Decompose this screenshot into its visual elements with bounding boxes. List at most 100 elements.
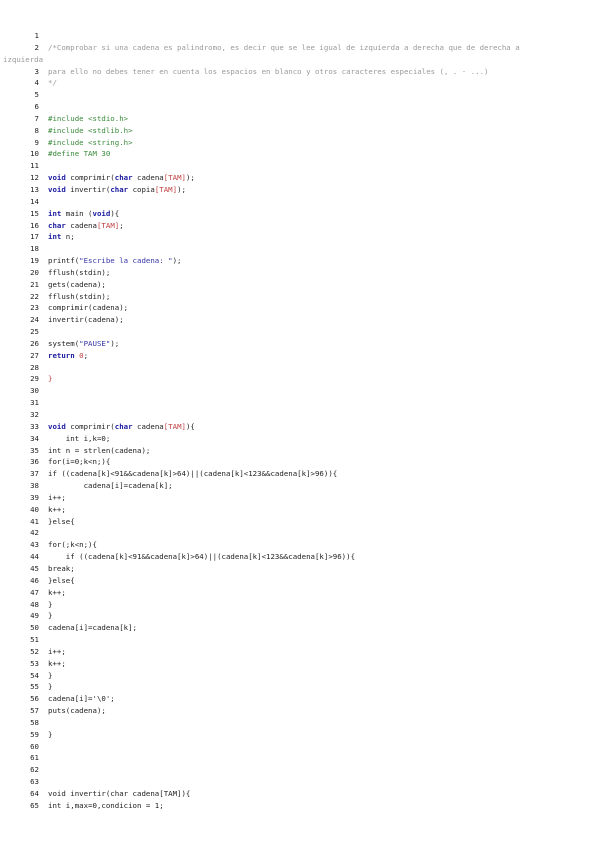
code-line: 65 int i,max=0,condicion = 1; (0, 800, 599, 812)
code-line: 26 system("PAUSE"); (0, 338, 599, 350)
code-token: /*Comprobar si una cadena es palindromo,… (48, 42, 520, 52)
line-number: 57 (30, 706, 39, 716)
code-line: 61 (0, 752, 599, 764)
code-token: comprimir( (65, 421, 115, 431)
line-number: 59 (30, 729, 39, 739)
code-token: ); (177, 184, 186, 194)
code-line: 34 int i,k=0; (0, 433, 599, 445)
code-line: 12 void comprimir(char cadena[TAM]); (0, 172, 599, 184)
code-text: }else{ (48, 575, 75, 587)
code-token: return (48, 350, 75, 360)
code-line: 58 (0, 717, 599, 729)
code-line: 42 (0, 527, 599, 539)
code-line: 1 (0, 30, 599, 42)
code-token: cadena (132, 421, 164, 431)
code-line: 63 (0, 776, 599, 788)
code-text: if ((cadena[k]<91&&cadena[k]>64)||(caden… (48, 468, 337, 480)
code-token: k++; (48, 504, 66, 514)
code-token: ); (185, 173, 195, 183)
code-token: int i,k=0; (48, 433, 111, 443)
code-text: for(;k<n;){ (48, 539, 97, 551)
line-number: 55 (30, 682, 39, 692)
line-number: 31 (30, 398, 39, 408)
code-token: }else{ (48, 516, 75, 526)
code-line: 51 (0, 634, 599, 646)
line-number: 45 (30, 563, 39, 573)
line-number: 27 (30, 350, 39, 360)
code-text: } (48, 610, 52, 622)
code-token: "Escribe la cadena: " (79, 256, 173, 266)
line-number: 30 (30, 386, 39, 396)
code-text: fflush(stdin); (48, 267, 110, 279)
line-number: 56 (30, 694, 39, 704)
code-line: 15 int main (void){ (0, 208, 599, 220)
code-line: 32 (0, 409, 599, 421)
code-line: 17 int n; (0, 231, 599, 243)
code-text: int main (void){ (48, 208, 119, 220)
code-line: 56 cadena[i]='\0'; (0, 693, 599, 705)
code-line: 45 break; (0, 563, 599, 575)
line-number: 48 (30, 599, 39, 609)
code-token: } (48, 682, 53, 692)
code-text: printf("Escribe la cadena: "); (48, 255, 182, 267)
code-line: 43 for(;k<n;){ (0, 539, 599, 551)
code-text: void comprimir(char cadena[TAM]); (48, 172, 195, 184)
code-token: for(;k<n;){ (48, 540, 97, 550)
code-text: i++; (48, 646, 66, 658)
code-token: int n = strlen(cadena); (48, 445, 151, 455)
code-token: ){ (110, 208, 120, 218)
line-number: 1 (34, 31, 39, 40)
code-token: comprimir( (65, 173, 115, 183)
code-text: */ (48, 77, 57, 89)
code-token: #include <stdlib.h> (48, 125, 133, 135)
document-page: 1 2/*Comprobar si una cadena es palindrom… (0, 0, 599, 848)
code-token: copia (128, 184, 155, 194)
code-text: k++; (48, 658, 66, 670)
code-line: 28 (0, 362, 599, 374)
code-token: break; (48, 563, 75, 573)
line-number: 14 (30, 196, 39, 206)
code-token: } (48, 374, 53, 384)
line-number: 22 (30, 291, 39, 301)
line-number: 62 (30, 765, 39, 775)
code-line: 14 (0, 196, 599, 208)
line-number: 25 (30, 327, 39, 337)
code-token: para ello no debes tener en cuenta los e… (48, 66, 489, 76)
line-number: 21 (30, 279, 39, 289)
code-line: 23 comprimir(cadena); (0, 302, 599, 314)
code-token: #define TAM 30 (48, 149, 111, 159)
code-token: fflush(stdin); (48, 291, 111, 301)
code-token: cadena (132, 173, 164, 183)
code-line: 50 cadena[i]=cadena[k]; (0, 622, 599, 634)
line-number: 50 (30, 623, 39, 633)
code-token: cadena (65, 220, 97, 230)
line-number: 33 (30, 421, 39, 431)
code-text: } (48, 599, 52, 611)
code-line: 39 i++; (0, 492, 599, 504)
code-text: puts(cadena); (48, 705, 106, 717)
code-line: 40 k++; (0, 504, 599, 516)
code-token: cadena[i]=cadena[k]; (48, 623, 137, 633)
code-line: 5 (0, 89, 599, 101)
code-token: k++; (48, 658, 66, 668)
code-text: if ((cadena[k]<91&&cadena[k]>64)||(caden… (48, 551, 355, 563)
line-number: 35 (30, 445, 39, 455)
code-text: }else{ (48, 516, 75, 528)
code-line: 18 (0, 243, 599, 255)
code-token: #include <string.h> (48, 137, 133, 147)
line-number: 34 (30, 433, 39, 443)
code-token: cadena[i]=cadena[k]; (48, 481, 173, 491)
code-text: cadena[i]=cadena[k]; (48, 480, 173, 492)
code-token: comprimir(cadena); (48, 303, 129, 313)
line-number: 60 (30, 741, 39, 751)
code-line: 13 void invertir(char copia[TAM]); (0, 184, 599, 196)
code-token: if ((cadena[k]<91&&cadena[k]>64)||(caden… (48, 552, 356, 562)
code-text: #define TAM 30 (48, 148, 110, 160)
code-line: 29} (0, 373, 599, 385)
code-token: ); (110, 338, 120, 348)
code-text: void comprimir(char cadena[TAM]){ (48, 421, 195, 433)
line-number: 18 (30, 244, 39, 254)
code-token: [TAM] (163, 421, 186, 431)
line-number: 16 (30, 220, 39, 230)
code-line: 36 for(i=0;k<n;){ (0, 456, 599, 468)
